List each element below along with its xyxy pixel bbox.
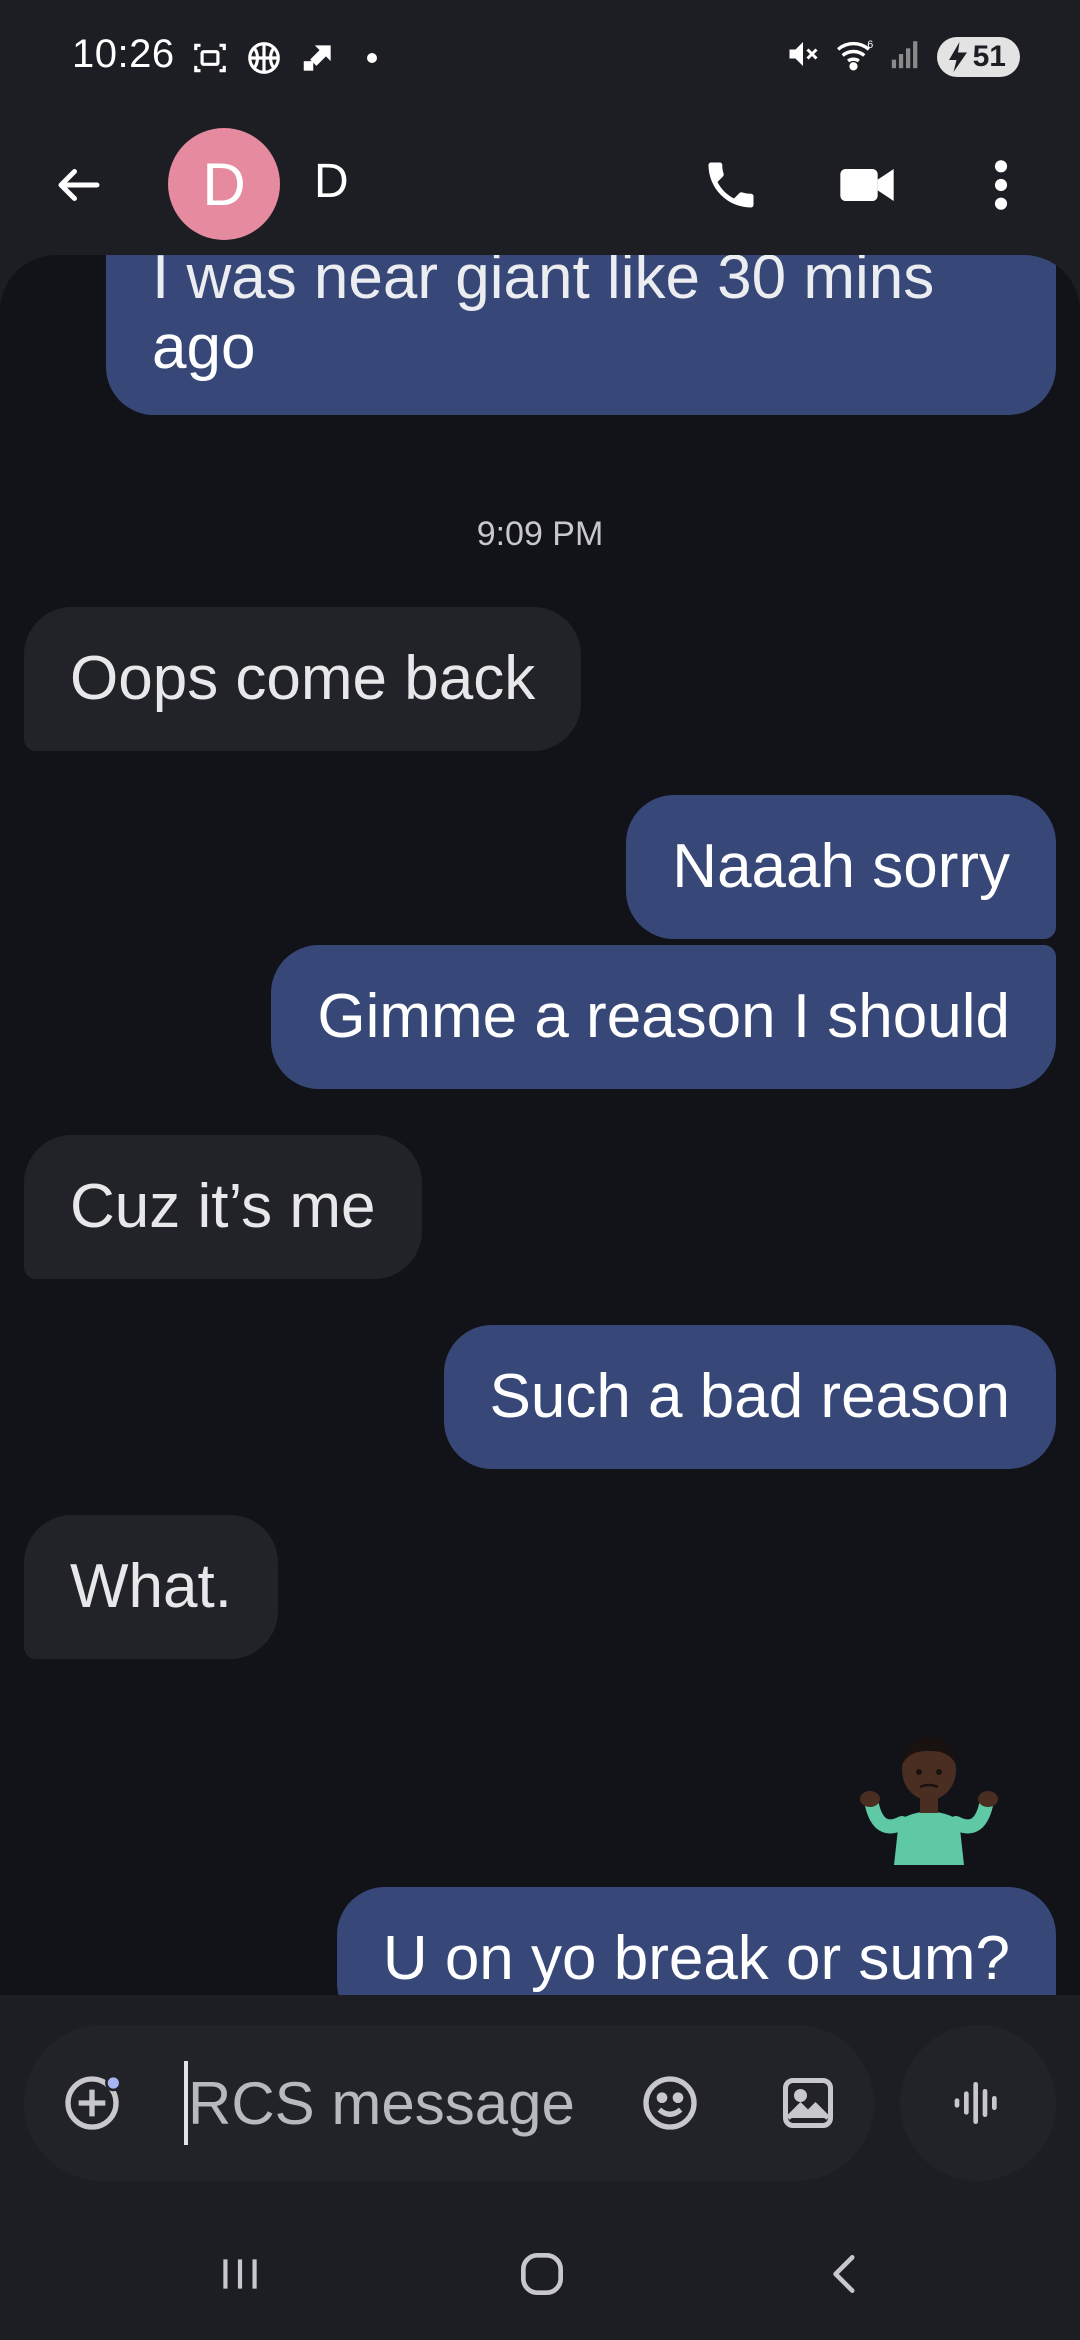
message-input[interactable] — [184, 2061, 624, 2145]
home-icon — [521, 2253, 563, 2295]
message-bubble-out[interactable]: Gimme a reason I should — [271, 945, 1056, 1089]
recent-apps-button[interactable] — [200, 2234, 280, 2314]
message-text: Oops come back — [70, 644, 536, 713]
back-button[interactable] — [44, 150, 114, 220]
status-bar: 10:26 6 51 — [0, 0, 1080, 120]
message-text: ago — [152, 313, 256, 382]
video-call-icon — [840, 169, 894, 201]
message-text: U on yo break or sum? — [382, 1924, 1010, 1993]
voice-message-button[interactable] — [900, 2025, 1056, 2181]
conversation-header: D D — [0, 120, 1080, 250]
basketball-icon — [244, 38, 284, 78]
image-icon — [783, 2078, 833, 2128]
avatar[interactable]: D — [168, 128, 280, 240]
status-system-icons: 6 51 — [785, 36, 1020, 77]
message-bubble-out[interactable]: Naaah sorry — [626, 795, 1056, 939]
dot-icon — [352, 38, 392, 78]
shortcut-icon — [298, 38, 338, 78]
more-vert-icon — [994, 160, 1008, 210]
shrug-emoji[interactable] — [854, 1715, 1004, 1865]
recents-icon — [223, 2259, 257, 2289]
chevron-left-icon — [833, 2255, 855, 2293]
emoji-button[interactable] — [638, 2071, 702, 2135]
message-list[interactable]: I was near giant like 30 mins ago 9:09 P… — [0, 255, 1080, 1995]
contact-name[interactable]: D — [314, 154, 349, 209]
mute-icon — [785, 36, 821, 77]
video-call-button[interactable] — [832, 150, 902, 220]
message-bubble-out[interactable]: Such a bad reason — [443, 1325, 1056, 1469]
message-text: What. — [70, 1552, 232, 1621]
phone-icon — [708, 162, 754, 208]
message-bubble-in[interactable]: Oops come back — [24, 607, 582, 751]
wifi-icon: 6 — [835, 36, 875, 77]
message-bubble-in[interactable]: Cuz it’s me — [24, 1135, 422, 1279]
add-icon — [65, 2074, 122, 2130]
messages-screen: 10:26 6 51 D D I was near giant like 30 … — [0, 0, 1080, 2340]
message-text: Naaah sorry — [672, 832, 1010, 901]
message-bubble-out[interactable]: I was near giant like 30 mins ago — [106, 255, 1056, 415]
message-bubble-out[interactable]: U on yo break or sum? — [336, 1887, 1056, 1995]
more-options-button[interactable] — [966, 150, 1036, 220]
back-nav-button[interactable] — [806, 2234, 886, 2314]
battery-charging-icon: 51 — [936, 36, 1020, 77]
message-composer — [24, 2025, 874, 2181]
message-text: I was near giant like 30 mins — [152, 255, 935, 312]
screenshot-icon — [190, 38, 230, 78]
message-bubble-in[interactable]: What. — [24, 1515, 278, 1659]
system-navigation-bar — [0, 2200, 1080, 2340]
call-button[interactable] — [696, 150, 766, 220]
home-button[interactable] — [502, 2234, 582, 2314]
message-text: Cuz it’s me — [70, 1172, 376, 1241]
status-time: 10:26 — [72, 32, 175, 76]
battery-level: 51 — [972, 39, 1006, 73]
gallery-button[interactable] — [776, 2071, 840, 2135]
add-attachment-button[interactable] — [60, 2071, 124, 2135]
signal-icon — [889, 36, 923, 77]
svg-text:6: 6 — [867, 39, 873, 51]
status-notification-icons — [190, 38, 392, 78]
message-text: Such a bad reason — [489, 1362, 1011, 1431]
emoji-icon — [643, 2076, 697, 2130]
arrow-left-icon — [58, 169, 100, 201]
message-timestamp: 9:09 PM — [476, 515, 604, 553]
voice-icon — [954, 2082, 997, 2124]
message-text: Gimme a reason I should — [317, 982, 1010, 1051]
